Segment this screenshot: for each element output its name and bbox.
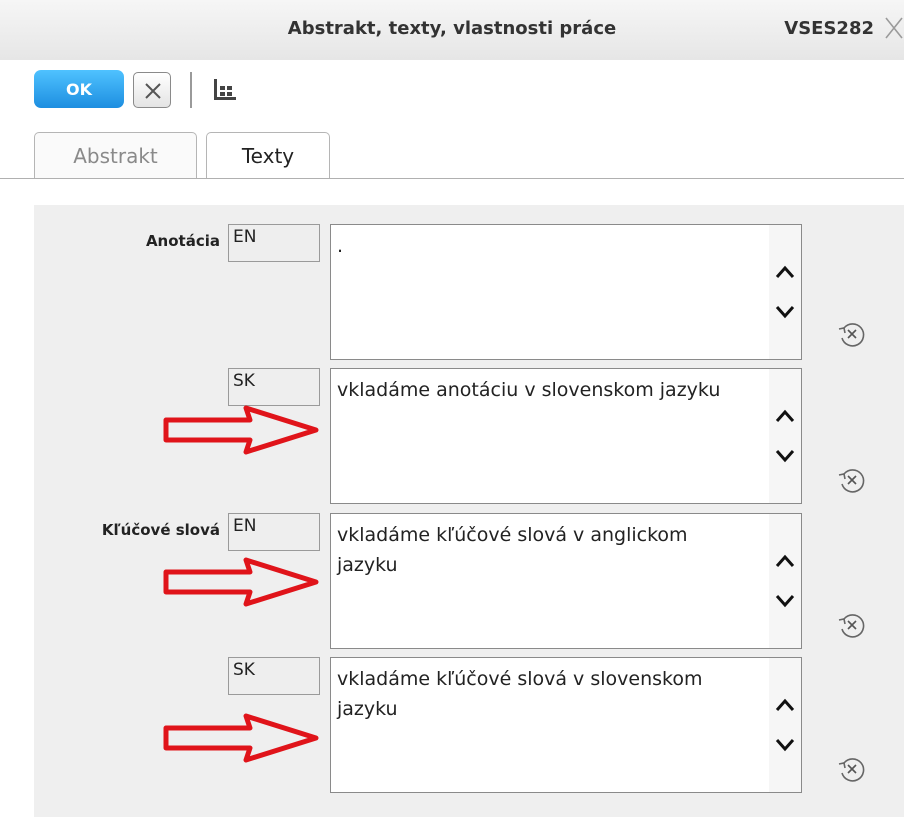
lang-field-anotacia-sk: SK <box>228 368 320 406</box>
cancel-button[interactable] <box>133 72 171 108</box>
close-x-icon <box>145 83 161 99</box>
label-anotacia: Anotácia <box>145 232 220 250</box>
red-annotation-arrow <box>163 713 319 763</box>
reset-clear-icon[interactable] <box>836 611 868 639</box>
reset-clear-icon[interactable] <box>836 755 868 783</box>
anotacia-sk-textarea[interactable]: vkladáme anotáciu v slovenskom jazyku <box>330 368 802 504</box>
textarea-scrollbar[interactable] <box>769 658 801 792</box>
table-grid-icon[interactable] <box>210 76 240 104</box>
scroll-up-icon[interactable] <box>775 698 795 712</box>
anotacia-en-text: . <box>337 235 344 257</box>
klucove-sk-text: vkladáme kľúčové slová v slovenskom jazy… <box>337 668 703 720</box>
scroll-down-icon[interactable] <box>775 305 795 319</box>
klucove-sk-textarea[interactable]: vkladáme kľúčové slová v slovenskom jazy… <box>330 657 802 793</box>
toolbar-separator <box>190 72 192 108</box>
red-annotation-arrow <box>163 557 319 607</box>
klucove-en-textarea[interactable]: vkladáme kľúčové slová v anglickom jazyk… <box>330 513 802 649</box>
window-close-icon[interactable] <box>882 14 904 42</box>
lang-field-anotacia-en: EN <box>228 224 320 262</box>
textarea-scrollbar[interactable] <box>769 225 801 359</box>
reset-clear-icon[interactable] <box>836 466 868 494</box>
scroll-down-icon[interactable] <box>775 594 795 608</box>
textarea-scrollbar[interactable] <box>769 369 801 503</box>
tab-abstrakt[interactable]: Abstrakt <box>34 132 197 178</box>
scroll-down-icon[interactable] <box>775 449 795 463</box>
window-title: Abstrakt, texty, vlastnosti práce <box>287 18 617 39</box>
label-klucove-slova: Kľúčové slová <box>101 521 220 539</box>
tab-texty[interactable]: Texty <box>206 132 330 178</box>
tab-divider <box>0 178 904 179</box>
scroll-up-icon[interactable] <box>775 265 795 279</box>
window-code: VSES282 <box>784 18 874 39</box>
scroll-down-icon[interactable] <box>775 738 795 752</box>
textarea-scrollbar[interactable] <box>769 514 801 648</box>
anotacia-sk-text: vkladáme anotáciu v slovenskom jazyku <box>337 379 721 401</box>
ok-button[interactable]: OK <box>34 70 124 108</box>
lang-field-klucove-sk: SK <box>228 657 320 695</box>
klucove-en-text: vkladáme kľúčové slová v anglickom jazyk… <box>337 524 688 576</box>
reset-clear-icon[interactable] <box>836 320 868 348</box>
anotacia-en-textarea[interactable]: . <box>330 224 802 360</box>
window-titlebar: Abstrakt, texty, vlastnosti práce VSES28… <box>0 0 904 60</box>
lang-field-klucove-en: EN <box>228 513 320 551</box>
scroll-up-icon[interactable] <box>775 554 795 568</box>
scroll-up-icon[interactable] <box>775 409 795 423</box>
red-annotation-arrow <box>163 405 319 455</box>
